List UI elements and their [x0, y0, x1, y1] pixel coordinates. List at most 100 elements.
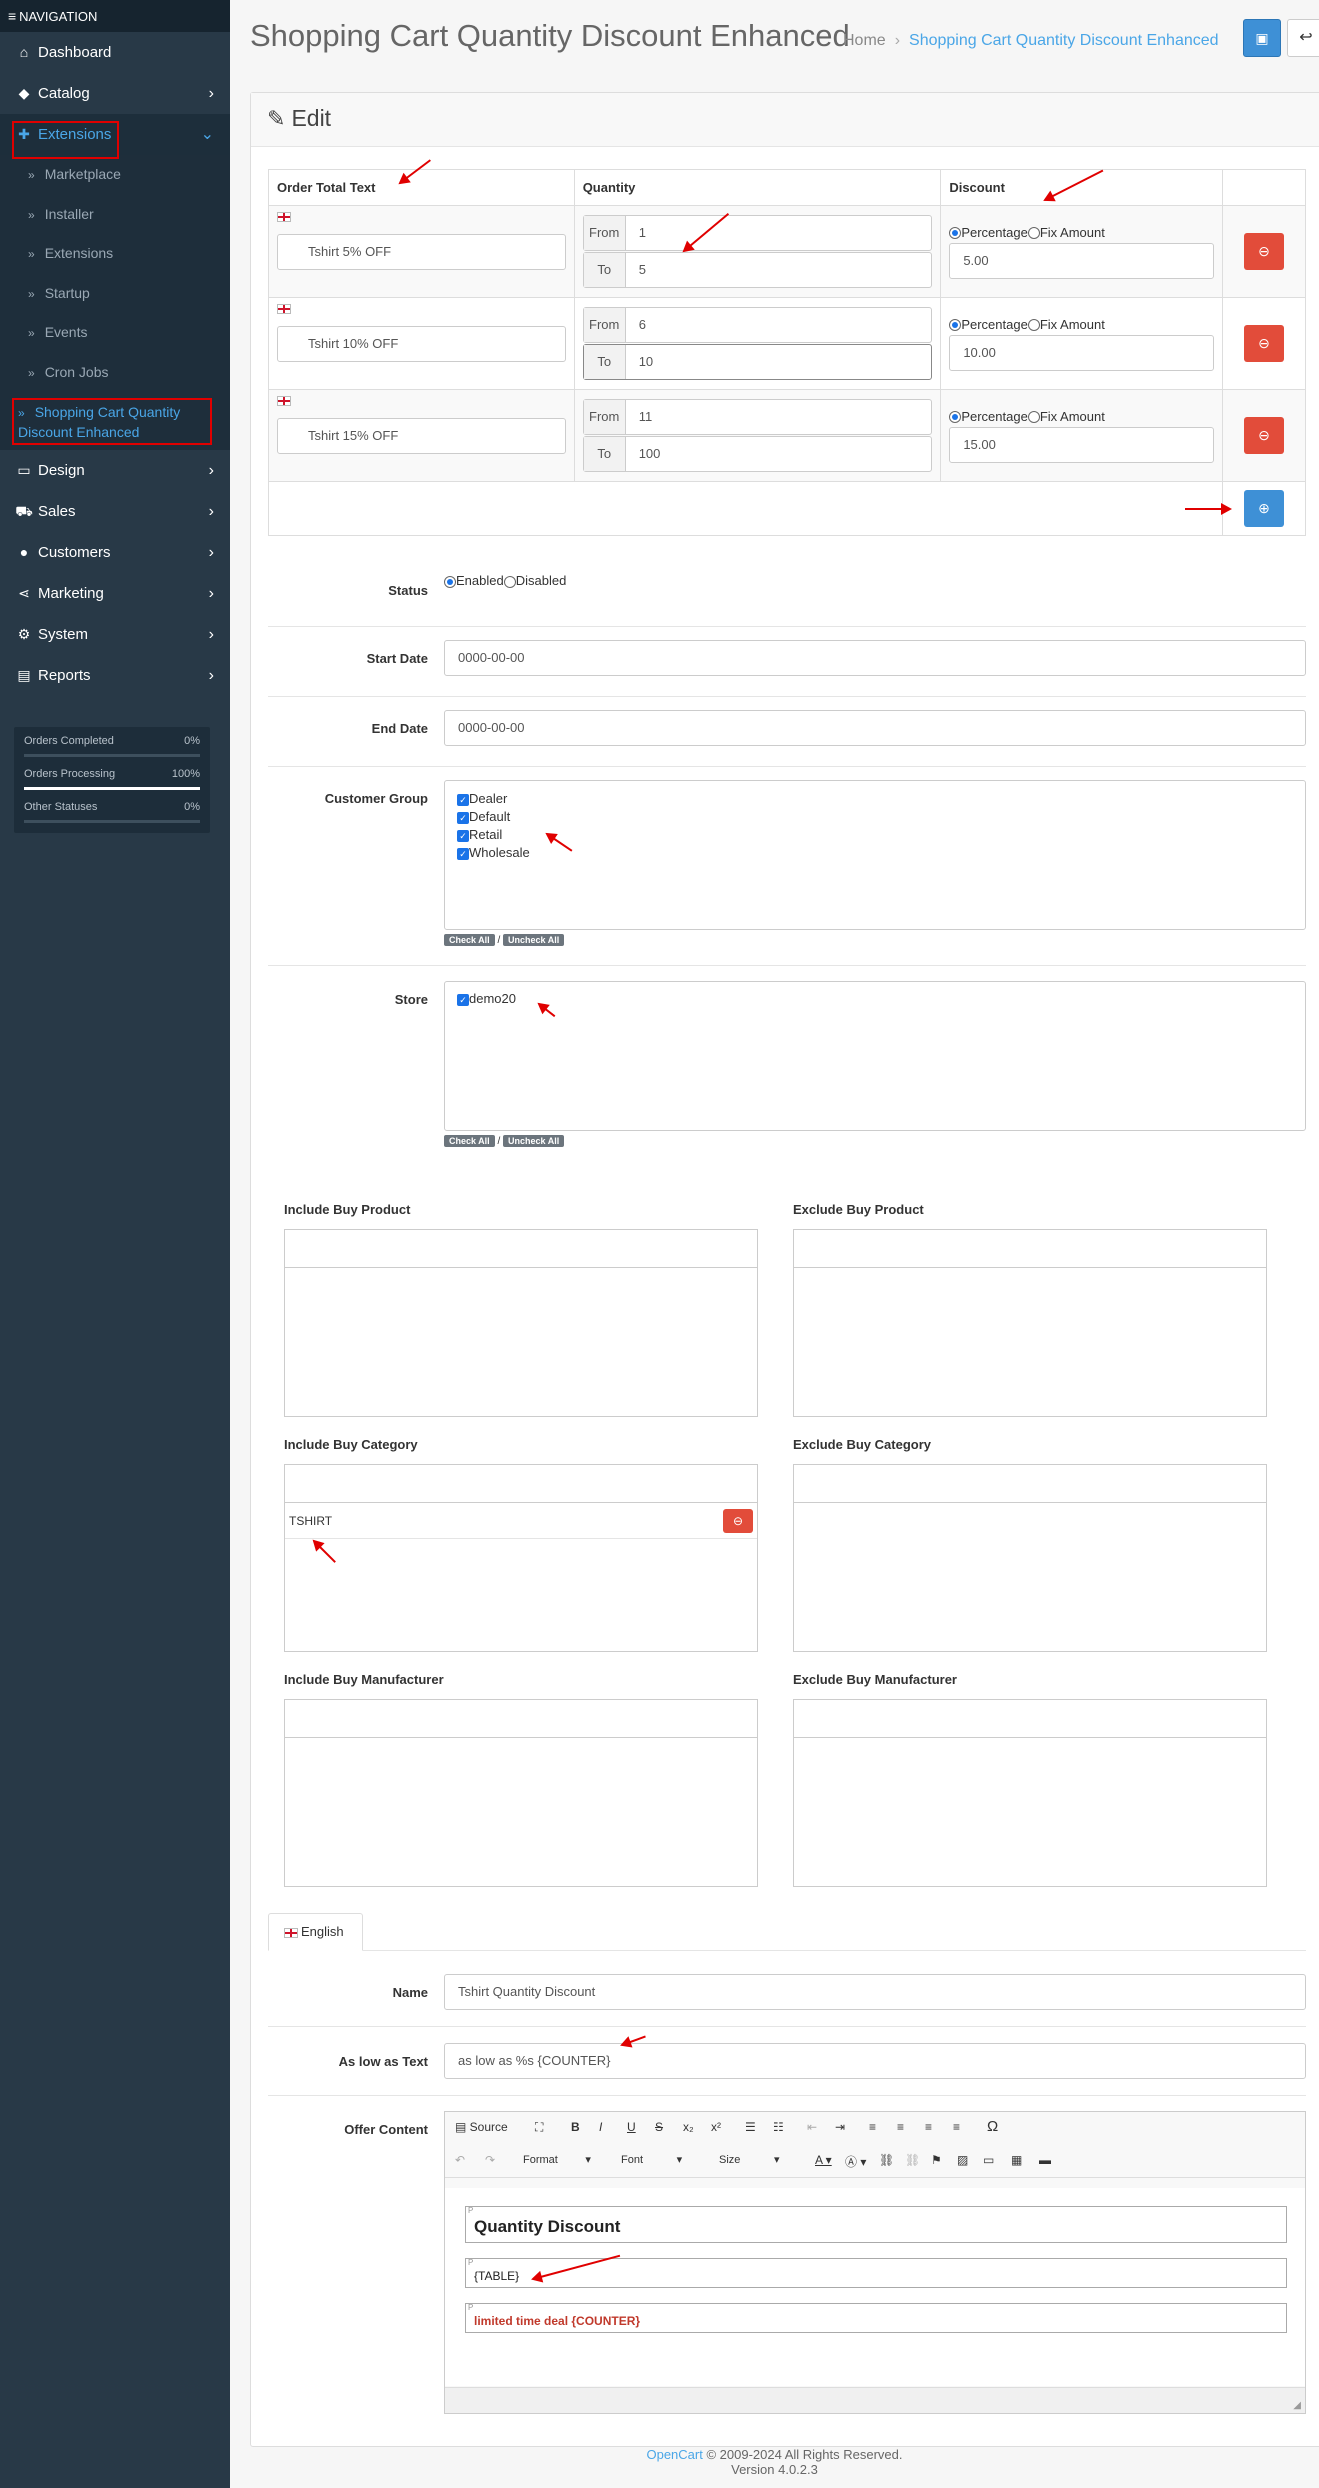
discount-input[interactable]: 10.00 [949, 334, 1215, 371]
nav-marketing[interactable]: ⋖ Marketing › [0, 573, 230, 614]
align-left-icon[interactable]: ≡ [869, 2120, 876, 2134]
redo-icon[interactable]: ↷ [485, 2153, 495, 2167]
nav-dashboard[interactable]: ⌂ Dashboard [0, 32, 230, 73]
checkbox-dealer[interactable]: ✓ [457, 793, 469, 806]
size-dropdown[interactable]: Size ▾ [719, 2153, 780, 2166]
as-low-as-input[interactable]: as low as %s {COUNTER} [444, 2043, 1306, 2079]
breadcrumb-home[interactable]: Home [843, 32, 886, 49]
nav-sales[interactable]: ⛟ Sales › [0, 491, 230, 532]
outdent-icon[interactable]: ⇤ [807, 2120, 817, 2134]
subscript-icon[interactable]: x₂ [683, 2120, 694, 2134]
unlink-icon[interactable]: ⛓ [905, 2153, 920, 2167]
include-category-input[interactable] [285, 1465, 757, 1503]
check-all-button[interactable]: Check All [444, 934, 495, 946]
align-center-icon[interactable]: ≡ [897, 2120, 904, 2134]
order-total-text-input[interactable]: Tshirt 5% OFF [277, 233, 566, 270]
nav-system[interactable]: ⚙ System › [0, 614, 230, 655]
quantity-from-input[interactable]: From 1 [582, 215, 933, 251]
nav-customers[interactable]: ● Customers › [0, 532, 230, 573]
opencart-link[interactable]: OpenCart [646, 2447, 702, 2462]
undo-icon[interactable]: ↶ [455, 2153, 465, 2167]
exclude-category-input[interactable] [794, 1465, 1266, 1503]
uncheck-all-button[interactable]: Uncheck All [503, 1135, 565, 1147]
checkbox-default[interactable]: ✓ [457, 811, 469, 824]
bullet-list-icon[interactable]: ☷ [773, 2120, 784, 2134]
numbered-list-icon[interactable]: ☰ [745, 2120, 756, 2134]
menu-icon[interactable]: ≡ [8, 8, 16, 24]
sub-item-marketplace[interactable]: » Marketplace [0, 155, 230, 195]
image-icon[interactable]: ▨ [957, 2153, 968, 2167]
fix-amount-radio[interactable] [1027, 411, 1040, 424]
iframe-icon[interactable]: ▭ [983, 2153, 994, 2167]
bold-icon[interactable]: B [571, 2120, 580, 2134]
save-button[interactable]: ▣ [1243, 19, 1281, 57]
discount-input[interactable]: 5.00 [949, 242, 1215, 279]
remove-row-button[interactable]: ⊖ [1244, 325, 1285, 362]
order-total-text-input[interactable]: Tshirt 15% OFF [277, 417, 566, 454]
checkbox-wholesale[interactable]: ✓ [457, 847, 469, 860]
include-product-input[interactable] [285, 1230, 757, 1268]
strike-icon[interactable]: S [655, 2120, 663, 2134]
format-dropdown[interactable]: Format ▾ [523, 2153, 591, 2166]
order-total-text-input[interactable]: Tshirt 10% OFF [277, 325, 566, 362]
disabled-radio[interactable] [503, 575, 516, 588]
resize-handle-icon[interactable]: ◢ [1293, 2400, 1301, 2411]
check-all-button[interactable]: Check All [444, 1135, 495, 1147]
nav-design[interactable]: ▭ Design › [0, 450, 230, 491]
sub-item-installer[interactable]: » Installer [0, 195, 230, 235]
breadcrumb-current[interactable]: Shopping Cart Quantity Discount Enhanced [909, 32, 1219, 49]
add-row-button[interactable]: ⊕ [1244, 490, 1285, 527]
bg-color-icon[interactable]: Ⓐ ▾ [845, 2153, 866, 2170]
back-button[interactable]: ↩ [1287, 19, 1319, 57]
sub-item-startup[interactable]: » Startup [0, 274, 230, 314]
remove-row-button[interactable]: ⊖ [1244, 233, 1285, 270]
fix-amount-radio[interactable] [1027, 227, 1040, 240]
sub-item-extensions[interactable]: » Extensions [0, 234, 230, 274]
nav-reports[interactable]: ▤ Reports › [0, 655, 230, 696]
remove-category-button[interactable]: ⊖ [723, 1509, 753, 1533]
font-dropdown[interactable]: Font ▾ [621, 2153, 682, 2166]
fix-amount-radio[interactable] [1027, 319, 1040, 332]
quantity-to-input[interactable]: To 100 [582, 436, 933, 472]
quantity-from-input[interactable]: From 11 [582, 399, 933, 435]
indent-icon[interactable]: ⇥ [835, 2120, 845, 2134]
maximize-icon[interactable]: ⛶ [535, 2120, 543, 2135]
uncheck-all-button[interactable]: Uncheck All [503, 934, 565, 946]
special-char-icon[interactable]: Ω [987, 2118, 998, 2135]
end-date-input[interactable]: 0000-00-00 [444, 710, 1306, 746]
chevron-right-icon: › [208, 585, 214, 602]
text-color-icon[interactable]: A ▾ [815, 2153, 832, 2167]
nav-catalog[interactable]: ◆ Catalog › [0, 73, 230, 114]
tab-english[interactable]: English [268, 1913, 363, 1951]
link-icon[interactable]: ⛓ [879, 2153, 894, 2167]
quantity-to-input[interactable]: To 5 [582, 252, 933, 288]
exclude-product-input[interactable] [794, 1230, 1266, 1268]
percentage-radio[interactable] [949, 319, 962, 332]
justify-icon[interactable]: ≡ [953, 2120, 960, 2134]
underline-icon[interactable]: U [627, 2120, 636, 2134]
quantity-from-input[interactable]: From 6 [582, 307, 933, 343]
percentage-radio[interactable] [949, 411, 962, 424]
sub-item-cron-jobs[interactable]: » Cron Jobs [0, 353, 230, 393]
source-button[interactable]: ▤ Source [455, 2120, 508, 2134]
percentage-radio[interactable] [949, 227, 962, 240]
exclude-manufacturer-input[interactable] [794, 1700, 1266, 1738]
table-icon[interactable]: ▦ [1011, 2153, 1022, 2167]
editor-content[interactable]: P Quantity Discount P {TABLE} Plimited tim… [445, 2188, 1305, 2386]
enabled-radio[interactable] [444, 575, 456, 588]
checkbox-demo20[interactable]: ✓ [457, 993, 469, 1006]
discount-input[interactable]: 15.00 [949, 426, 1215, 463]
editor-resize-bar[interactable]: ◢ [445, 2387, 1305, 2413]
include-manufacturer-input[interactable] [285, 1700, 757, 1738]
horizontal-line-icon[interactable]: ▬ [1039, 2153, 1051, 2167]
checkbox-retail[interactable]: ✓ [457, 829, 469, 842]
quantity-to-input[interactable]: To 10 [582, 344, 933, 380]
superscript-icon[interactable]: x² [711, 2120, 721, 2134]
align-right-icon[interactable]: ≡ [925, 2120, 932, 2134]
sub-item-events[interactable]: » Events [0, 313, 230, 353]
anchor-flag-icon[interactable]: ⚑ [931, 2153, 942, 2167]
name-input[interactable]: Tshirt Quantity Discount [444, 1974, 1306, 2010]
italic-icon[interactable]: I [599, 2120, 602, 2134]
start-date-input[interactable]: 0000-00-00 [444, 640, 1306, 676]
remove-row-button[interactable]: ⊖ [1244, 417, 1285, 454]
